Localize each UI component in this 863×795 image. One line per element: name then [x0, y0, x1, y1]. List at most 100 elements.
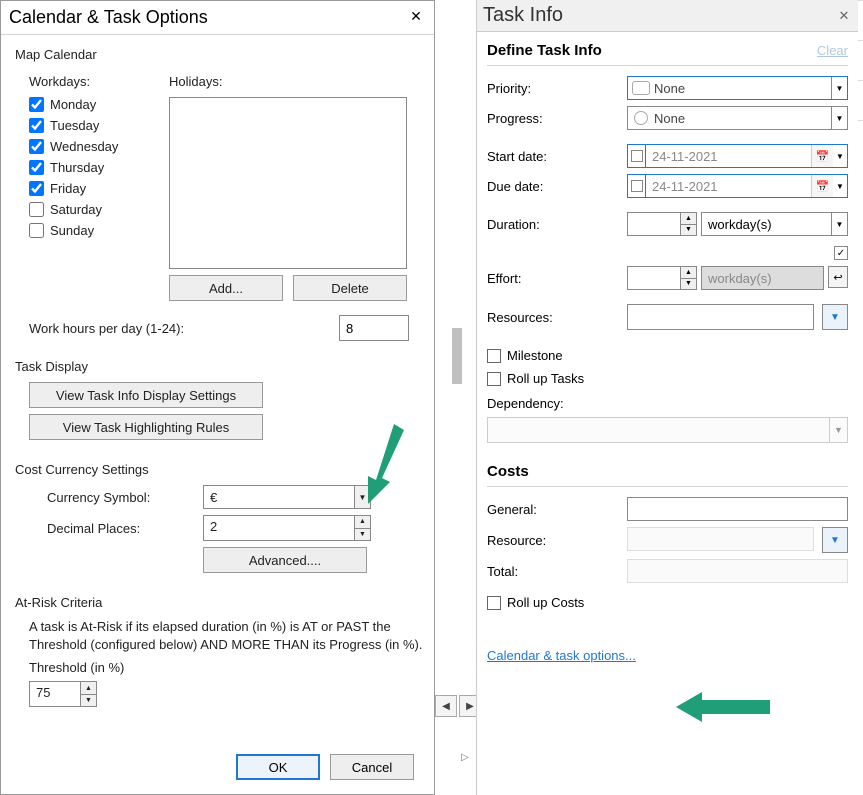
atrisk-description: A task is At-Risk if its elapsed duratio…: [29, 618, 424, 654]
spin-up-icon[interactable]: ▲: [681, 267, 696, 279]
general-cost-input[interactable]: [627, 497, 848, 521]
rollup-tasks-label: Roll up Tasks: [507, 371, 584, 386]
dialog-titlebar: Calendar & Task Options ✕: [1, 1, 434, 35]
atrisk-criteria-label: At-Risk Criteria: [15, 595, 424, 610]
right-edge-decoration: [858, 0, 863, 795]
total-cost-label: Total:: [487, 564, 627, 579]
resources-dropdown-button[interactable]: ▼: [822, 304, 848, 330]
workday-label: Saturday: [50, 202, 102, 217]
chevron-down-icon: ▼: [831, 107, 847, 129]
rollup-costs-checkbox[interactable]: [487, 596, 501, 610]
due-date-input[interactable]: 24-11-2021 📅 ▼: [627, 174, 848, 198]
costs-heading: Costs: [487, 463, 848, 487]
calendar-icon[interactable]: 📅: [811, 145, 833, 167]
workday-label: Friday: [50, 181, 86, 196]
close-icon[interactable]: ✕: [836, 8, 852, 24]
resource-cost-label: Resource:: [487, 533, 627, 548]
progress-circle-icon: [634, 111, 648, 125]
decimal-places-label: Decimal Places:: [47, 521, 203, 536]
workday-saturday-checkbox[interactable]: [29, 202, 44, 217]
milestone-label: Milestone: [507, 348, 563, 363]
chevron-down-icon: ▼: [354, 486, 370, 508]
priority-value: None: [654, 81, 831, 96]
task-info-panel: Task Info ✕ Define Task Info Clear Prior…: [476, 0, 858, 795]
workday-friday-checkbox[interactable]: [29, 181, 44, 196]
currency-symbol-select[interactable]: € ▼: [203, 485, 371, 509]
resources-input[interactable]: [627, 304, 814, 330]
dialog-body: Map Calendar Workdays: Monday Tuesday We…: [1, 35, 434, 717]
workday-sunday-checkbox[interactable]: [29, 223, 44, 238]
workday-thursday-checkbox[interactable]: [29, 160, 44, 175]
rollup-costs-label: Roll up Costs: [507, 595, 584, 610]
currency-symbol-label: Currency Symbol:: [47, 490, 203, 505]
workday-label: Tuesday: [50, 118, 99, 133]
workday-monday-checkbox[interactable]: [29, 97, 44, 112]
effort-spinner[interactable]: ▲▼: [627, 266, 697, 290]
start-date-value: 24-11-2021: [646, 149, 811, 164]
decimal-places-spinner[interactable]: 2 ▲▼: [203, 515, 371, 541]
effort-unit-select[interactable]: workday(s): [701, 266, 824, 290]
workday-wednesday-checkbox[interactable]: [29, 139, 44, 154]
spin-up-icon[interactable]: ▲: [681, 213, 696, 225]
resource-cost-input: [627, 527, 814, 551]
duration-aux-checkbox[interactable]: ✓: [834, 246, 848, 260]
advanced-button[interactable]: Advanced....: [203, 547, 367, 573]
chevron-down-icon[interactable]: ▼: [833, 182, 847, 191]
effort-reset-button[interactable]: ↩: [828, 266, 848, 288]
duration-unit-value: workday(s): [702, 217, 831, 232]
panel-title: Task Info: [483, 4, 563, 27]
duration-spinner[interactable]: ▲▼: [627, 212, 697, 236]
resources-label: Resources:: [487, 310, 627, 325]
close-icon[interactable]: ✕: [406, 8, 426, 28]
panel-titlebar: Task Info ✕: [477, 0, 858, 32]
start-date-enable-checkbox[interactable]: [631, 150, 643, 162]
milestone-checkbox[interactable]: [487, 349, 501, 363]
splitter-handle[interactable]: [452, 328, 462, 384]
nav-prev-button[interactable]: ◀: [435, 695, 457, 717]
view-task-highlighting-button[interactable]: View Task Highlighting Rules: [29, 414, 263, 440]
add-holiday-button[interactable]: Add...: [169, 275, 283, 301]
rollup-tasks-checkbox[interactable]: [487, 372, 501, 386]
map-calendar-label: Map Calendar: [15, 47, 424, 62]
spin-up-icon[interactable]: ▲: [355, 516, 370, 529]
define-task-info-heading: Define Task Info: [487, 42, 602, 59]
calendar-task-options-dialog: Calendar & Task Options ✕ Map Calendar W…: [0, 0, 435, 795]
workday-label: Monday: [50, 97, 96, 112]
due-date-enable-checkbox[interactable]: [631, 180, 643, 192]
duration-unit-select[interactable]: workday(s) ▼: [701, 212, 848, 236]
priority-label: Priority:: [487, 81, 627, 96]
expand-icon[interactable]: ▷: [459, 748, 471, 766]
threshold-label: Threshold (in %): [29, 660, 424, 675]
spin-up-icon[interactable]: ▲: [81, 682, 96, 695]
spin-down-icon[interactable]: ▼: [681, 225, 696, 236]
start-date-label: Start date:: [487, 149, 627, 164]
workday-label: Wednesday: [50, 139, 118, 154]
dependency-select[interactable]: ▼: [487, 417, 848, 443]
priority-select[interactable]: None ▼: [627, 76, 848, 100]
progress-value: None: [654, 111, 831, 126]
work-hours-input[interactable]: [339, 315, 409, 341]
dialog-title: Calendar & Task Options: [9, 7, 208, 28]
holidays-listbox[interactable]: [169, 97, 407, 269]
due-date-value: 24-11-2021: [646, 179, 811, 194]
calendar-icon[interactable]: 📅: [811, 175, 833, 197]
view-task-info-settings-button[interactable]: View Task Info Display Settings: [29, 382, 263, 408]
effort-unit-value: workday(s): [702, 271, 823, 286]
splitter-gutter: ◀ ▶ ▷: [435, 0, 475, 795]
ok-button[interactable]: OK: [236, 754, 320, 780]
cancel-button[interactable]: Cancel: [330, 754, 414, 780]
dependency-label: Dependency:: [487, 396, 848, 411]
spin-down-icon[interactable]: ▼: [81, 695, 96, 707]
workday-tuesday-checkbox[interactable]: [29, 118, 44, 133]
spin-down-icon[interactable]: ▼: [681, 279, 696, 290]
threshold-spinner[interactable]: 75 ▲▼: [29, 681, 97, 707]
calendar-task-options-link[interactable]: Calendar & task options...: [487, 648, 636, 663]
delete-holiday-button[interactable]: Delete: [293, 275, 407, 301]
general-cost-label: General:: [487, 502, 627, 517]
clear-link[interactable]: Clear: [817, 43, 848, 58]
spin-down-icon[interactable]: ▼: [355, 529, 370, 541]
start-date-input[interactable]: 24-11-2021 📅 ▼: [627, 144, 848, 168]
resource-cost-dropdown-button[interactable]: ▼: [822, 527, 848, 553]
progress-select[interactable]: None ▼: [627, 106, 848, 130]
chevron-down-icon[interactable]: ▼: [833, 152, 847, 161]
